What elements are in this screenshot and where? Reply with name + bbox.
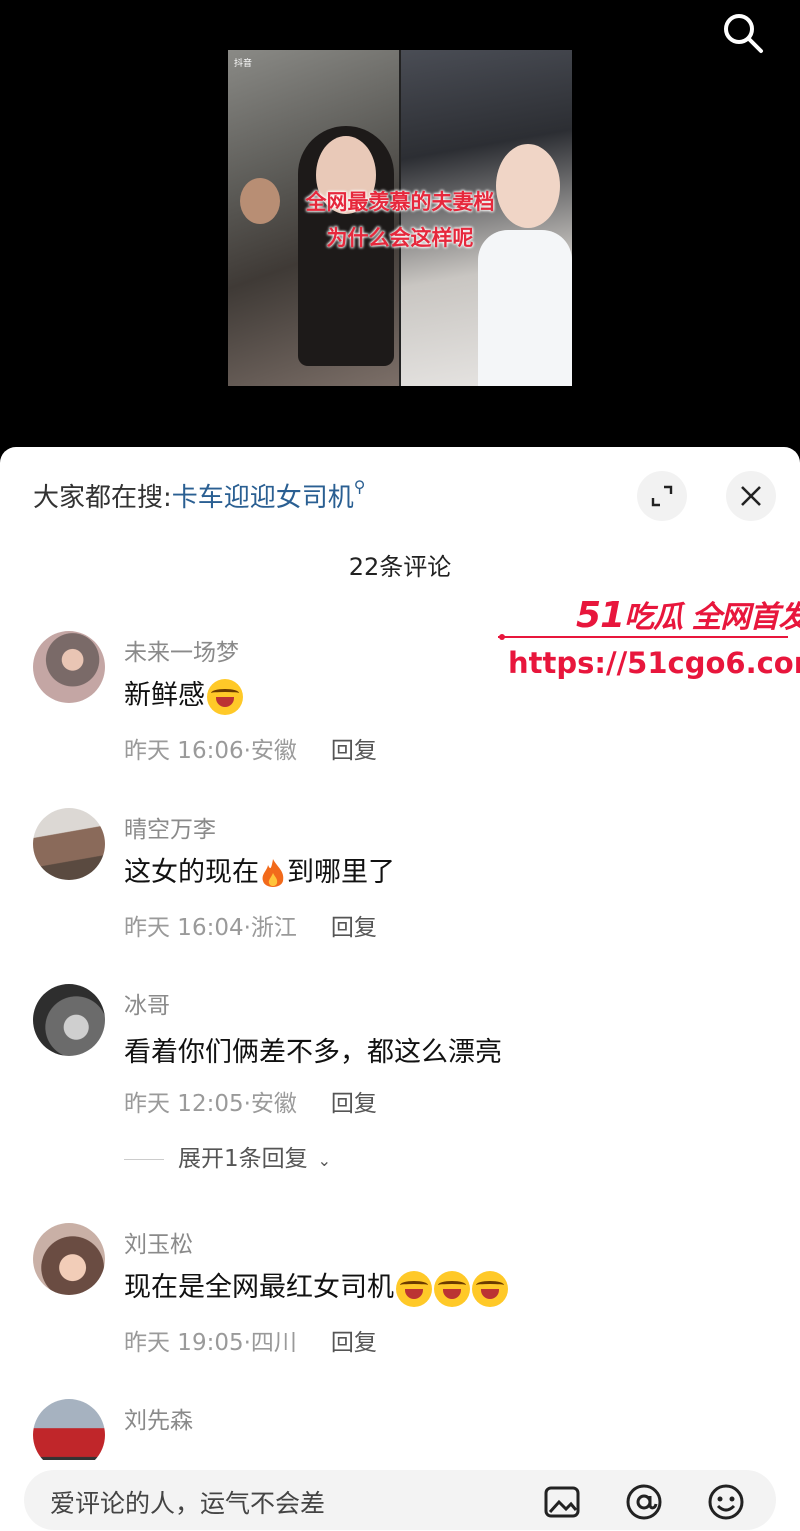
comment-time: 昨天 19:05·四川	[124, 1330, 297, 1356]
comment-time: 昨天 12:05·安徽	[124, 1091, 297, 1117]
comment-text: 这女的现在 到哪里了	[124, 850, 395, 891]
comment-text-content: 到哪里了	[287, 857, 395, 888]
comment-username[interactable]: 未来一场梦	[124, 633, 239, 667]
comment-input[interactable]: 爱评论的人，运气不会差	[24, 1470, 776, 1530]
avatar[interactable]	[33, 1223, 105, 1295]
laugh-cry-emoji-icon	[434, 1270, 470, 1307]
split-divider	[399, 50, 401, 386]
comment-meta: 昨天 16:04·浙江 回复	[124, 908, 377, 942]
laugh-cry-emoji-icon	[207, 678, 243, 715]
search-icon: ⚲	[353, 477, 366, 496]
expand-icon	[651, 485, 673, 507]
person-shirt	[478, 230, 572, 386]
search-button[interactable]	[718, 8, 768, 58]
comment-username[interactable]: 刘玉松	[124, 1225, 193, 1259]
laugh-cry-emoji-icon	[396, 1270, 432, 1307]
comment-meta: 昨天 16:06·安徽 回复	[124, 731, 377, 765]
comment-username[interactable]: 晴空万李	[124, 810, 216, 844]
chevron-down-icon: ⌄	[317, 1151, 332, 1170]
comment-meta: 昨天 12:05·安徽 回复	[124, 1084, 377, 1118]
watermark-decoration	[498, 634, 788, 640]
video-caption-line2: 为什么会这样呢	[326, 226, 474, 250]
comment-input-placeholder: 爱评论的人，运气不会差	[50, 1489, 326, 1518]
reply-button[interactable]: 回复	[331, 915, 377, 941]
expand-button[interactable]	[637, 471, 687, 521]
fire-emoji-icon	[262, 858, 284, 887]
comment-text: 新鲜感	[124, 673, 243, 715]
comment-username[interactable]: 刘先森	[124, 1401, 193, 1435]
close-icon	[741, 486, 761, 506]
search-icon	[724, 14, 763, 53]
hot-search-bar[interactable]: 大家都在搜:卡车迎迎女司机⚲	[33, 477, 366, 514]
laugh-cry-emoji-icon	[472, 1270, 508, 1307]
video-thumbnail[interactable]: 抖音 全网最羡慕的夫妻档 为什么会这样呢	[228, 50, 572, 386]
hot-search-prefix: 大家都在搜:	[33, 483, 172, 513]
comment-text-content: 现在是全网最红女司机	[124, 1272, 394, 1303]
comment-input-bar: 爱评论的人，运气不会差	[0, 1460, 800, 1531]
watermark-slogan: 吃瓜 全网首发	[624, 600, 800, 635]
video-player[interactable]: 抖音 全网最羡慕的夫妻档 为什么会这样呢	[0, 0, 800, 450]
close-button[interactable]	[726, 471, 776, 521]
comment-time: 昨天 16:06·安徽	[124, 738, 297, 764]
expand-replies-button[interactable]: 展开1条回复 ⌄	[124, 1139, 331, 1173]
watermark-title: 51吃瓜 全网首发	[576, 592, 800, 636]
comment-username[interactable]: 冰哥	[124, 986, 170, 1020]
comment-text: 看着你们俩差不多，都这么漂亮	[124, 1037, 502, 1068]
watermark-url: https://51cgo6.com	[508, 646, 800, 680]
watermark-number: 51	[576, 595, 625, 636]
comment-meta: 昨天 19:05·四川 回复	[124, 1323, 377, 1357]
comment-count: 22条评论	[348, 553, 452, 581]
reply-button[interactable]: 回复	[331, 1330, 377, 1356]
emoji-icon[interactable]	[706, 1482, 746, 1522]
expand-replies-label: 展开1条回复	[178, 1146, 308, 1172]
reply-button[interactable]: 回复	[331, 1091, 377, 1117]
avatar[interactable]	[33, 631, 105, 703]
comment-text: 现在是全网最红女司机	[124, 1265, 508, 1307]
video-caption-line1: 全网最羡慕的夫妻档	[305, 190, 495, 214]
at-icon[interactable]	[624, 1482, 664, 1522]
hot-search-keyword[interactable]: 卡车迎迎女司机	[172, 483, 354, 513]
watermark: 51吃瓜 全网首发 https://51cgo6.com	[498, 590, 800, 700]
comment-text-content: 新鲜感	[124, 680, 205, 711]
image-icon[interactable]	[542, 1482, 582, 1522]
comment-time: 昨天 16:04·浙江	[124, 915, 297, 941]
avatar[interactable]	[33, 984, 105, 1056]
avatar[interactable]	[33, 808, 105, 880]
reply-button[interactable]: 回复	[331, 738, 377, 764]
divider-line	[124, 1159, 164, 1160]
douyin-logo: 抖音	[234, 59, 253, 69]
comment-text-content: 这女的现在	[124, 857, 259, 888]
